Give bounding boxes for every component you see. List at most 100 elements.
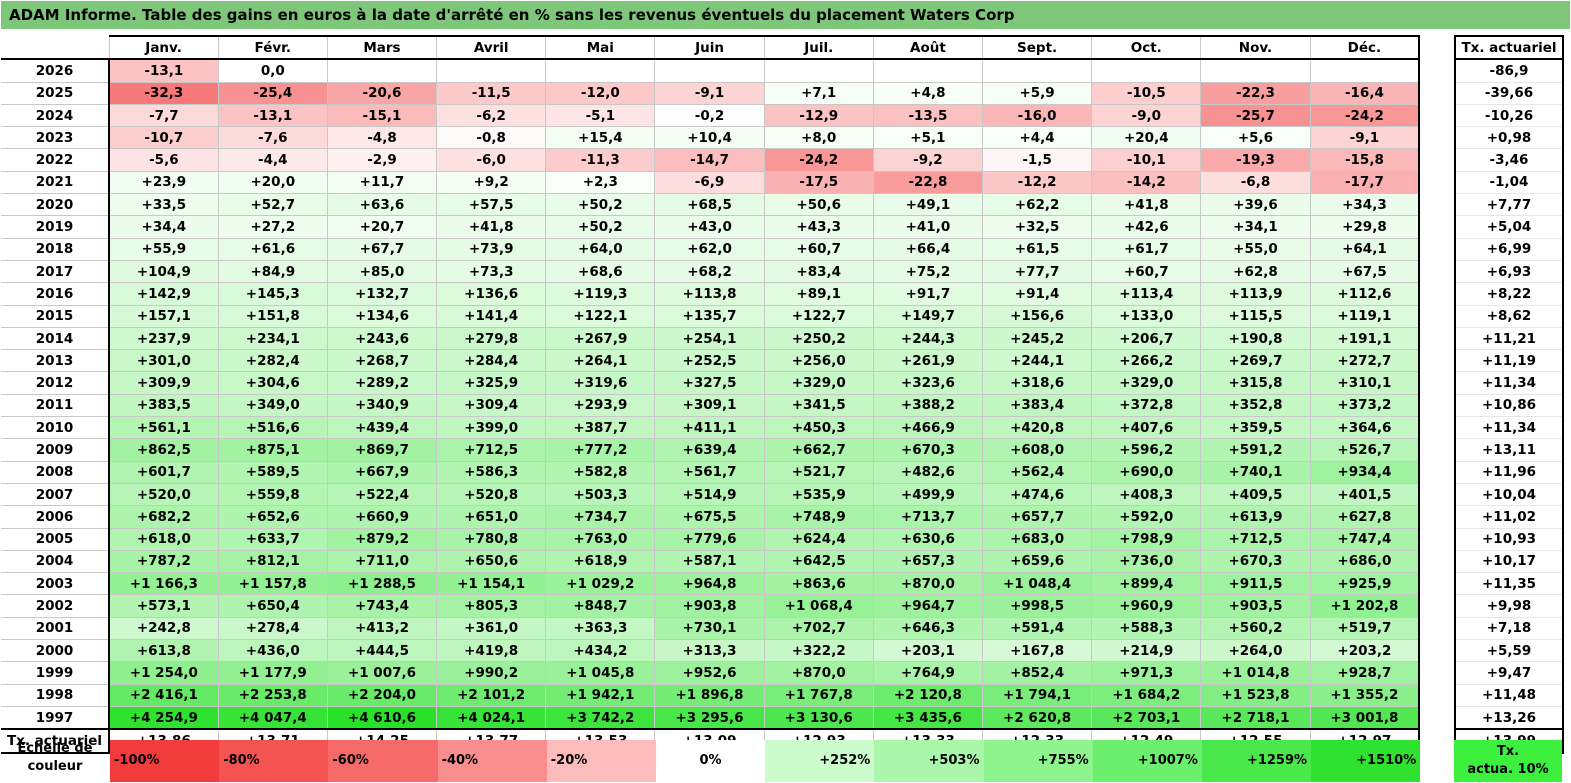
row-year: 1998 <box>1 683 110 707</box>
gain-cell: +780,8 <box>436 527 547 551</box>
table-row: 1999 +1 254,0 +1 177,9 +1 007,6 +990,2 +1 045… <box>1 661 1420 685</box>
gain-cell <box>436 58 547 83</box>
gain-cell: +264,0 <box>1200 639 1311 663</box>
gain-cell: +134,6 <box>326 304 438 328</box>
gain-cell: -22,3 <box>1200 81 1311 105</box>
month-header: Avril <box>436 34 546 61</box>
annual-rate-cell: +13,26 <box>1455 706 1563 730</box>
gain-cell: +516,6 <box>217 416 328 440</box>
annual-rate-cell: -3,46 <box>1455 148 1563 172</box>
color-scale-swatch: 0% <box>655 740 766 782</box>
table-row: -39,66 <box>1455 82 1563 105</box>
gain-cell: +352,8 <box>1200 393 1311 418</box>
gain-cell: +206,7 <box>1091 326 1202 351</box>
row-year: 2010 <box>1 416 110 440</box>
gain-cell: +444,5 <box>326 639 438 663</box>
table-row: +11,35 <box>1455 572 1563 596</box>
gain-cell: +466,9 <box>872 416 984 440</box>
table-row: 2006 +682,2 +652,6 +660,9 +651,0 +734,7 +675,5… <box>1 505 1420 529</box>
gain-cell: +747,4 <box>1309 527 1420 551</box>
gain-cell: +875,1 <box>217 438 328 462</box>
gain-cell: -10,5 <box>1091 81 1202 105</box>
table-row: 2010 +561,1 +516,6 +439,4 +399,0 +387,7 +411,1… <box>1 416 1420 440</box>
annual-rate-cell: +11,34 <box>1455 416 1563 440</box>
gain-cell: +1 288,5 <box>326 572 438 596</box>
gain-cell: +68,2 <box>654 259 765 284</box>
gain-cell: +252,5 <box>654 349 765 373</box>
gain-cell: +2 204,0 <box>326 683 438 707</box>
row-year: 2001 <box>1 616 110 641</box>
color-scale-swatch: +755% <box>983 740 1093 782</box>
gain-cell: +589,5 <box>217 460 328 484</box>
gain-cell: +20,4 <box>1091 126 1202 150</box>
gain-cell: +361,0 <box>436 616 547 641</box>
gain-cell: +582,8 <box>545 460 656 484</box>
gain-cell: +633,7 <box>217 527 328 551</box>
table-row: +13,26 <box>1455 706 1563 730</box>
row-year: 2022 <box>1 148 110 172</box>
gain-cell: +2 703,1 <box>1091 705 1202 730</box>
gain-cell: +522,4 <box>326 482 438 507</box>
gain-cell: -9,2 <box>872 148 984 172</box>
gain-cell: +245,2 <box>981 326 1093 351</box>
gain-cell: +301,0 <box>108 349 219 373</box>
gain-cell: -13,1 <box>108 58 219 83</box>
gain-cell: +650,4 <box>217 594 328 618</box>
gain-cell: +41,0 <box>872 215 984 239</box>
gain-cell: -0,2 <box>654 103 765 128</box>
gain-cell: +322,2 <box>763 639 874 663</box>
table-row: +9,98 <box>1455 594 1563 618</box>
table-row: 2004 +787,2 +812,1 +711,0 +650,6 +618,9 +587,1… <box>1 549 1420 574</box>
gain-cell: +66,4 <box>872 237 984 261</box>
gain-cell: +592,0 <box>1091 505 1202 529</box>
gain-cell: +659,6 <box>981 549 1093 574</box>
table-row: +11,02 <box>1455 505 1563 529</box>
gain-cell: +237,9 <box>108 326 219 351</box>
gain-cell: -15,1 <box>326 103 438 128</box>
gain-cell: +63,6 <box>326 193 438 217</box>
gain-cell: +514,9 <box>654 482 765 507</box>
gain-cell: +282,4 <box>217 349 328 373</box>
gain-cell: +243,6 <box>326 326 438 351</box>
gain-cell: +667,9 <box>326 460 438 484</box>
gain-cell: +119,3 <box>545 282 656 306</box>
gain-cell: +383,5 <box>108 393 219 418</box>
gain-cell: +5,6 <box>1200 126 1311 150</box>
gain-cell: +903,5 <box>1200 594 1311 618</box>
gain-cell: +15,4 <box>545 126 656 150</box>
row-year: 2009 <box>1 438 110 462</box>
gain-cell: -32,3 <box>108 81 219 105</box>
table-row: 2014 +237,9 +234,1 +243,6 +279,8 +267,9 +254,1… <box>1 326 1420 351</box>
gain-cell: +2,3 <box>545 170 656 195</box>
gain-cell: +971,3 <box>1091 661 1202 685</box>
gain-cell: +764,9 <box>872 661 984 685</box>
color-scale-swatch: -40% <box>437 740 547 782</box>
gain-cell: -11,3 <box>545 148 656 172</box>
color-scale-legend: -100% -80% -60% -40% -20% 0% +252% +503% +755% +1… <box>110 740 1421 782</box>
gain-cell: +73,9 <box>436 237 547 261</box>
gain-cell: +33,5 <box>108 193 219 217</box>
gain-cell: +9,2 <box>436 170 547 195</box>
gain-cell: +145,3 <box>217 282 328 306</box>
table-row: +10,04 <box>1455 483 1563 507</box>
table-row: +7,77 <box>1455 193 1563 217</box>
gain-cell: +852,4 <box>981 661 1093 685</box>
gain-cell: -16,4 <box>1309 81 1420 105</box>
table-row: +5,04 <box>1455 215 1563 239</box>
gain-cell: +77,7 <box>981 259 1093 284</box>
month-header: Sept. <box>981 34 1092 61</box>
gain-cell: -6,8 <box>1200 170 1311 195</box>
gain-cell: +244,1 <box>981 349 1093 373</box>
gain-cell: +52,7 <box>217 193 328 217</box>
annual-rate-cell: -86,9 <box>1455 59 1563 83</box>
gain-cell: +730,1 <box>654 616 765 641</box>
table-row: 2002 +573,1 +650,4 +743,4 +805,3 +848,7 +903,8… <box>1 594 1420 618</box>
gain-cell: -2,9 <box>326 148 438 172</box>
annual-rate-cell: -1,04 <box>1455 171 1563 195</box>
gain-cell: +618,0 <box>108 527 219 551</box>
table-row: +11,19 <box>1455 349 1563 373</box>
gain-cell <box>1309 58 1420 83</box>
color-scale-swatch: -60% <box>328 740 438 782</box>
gain-cell: +2 253,8 <box>217 683 328 707</box>
gain-cell: +27,2 <box>217 215 328 239</box>
